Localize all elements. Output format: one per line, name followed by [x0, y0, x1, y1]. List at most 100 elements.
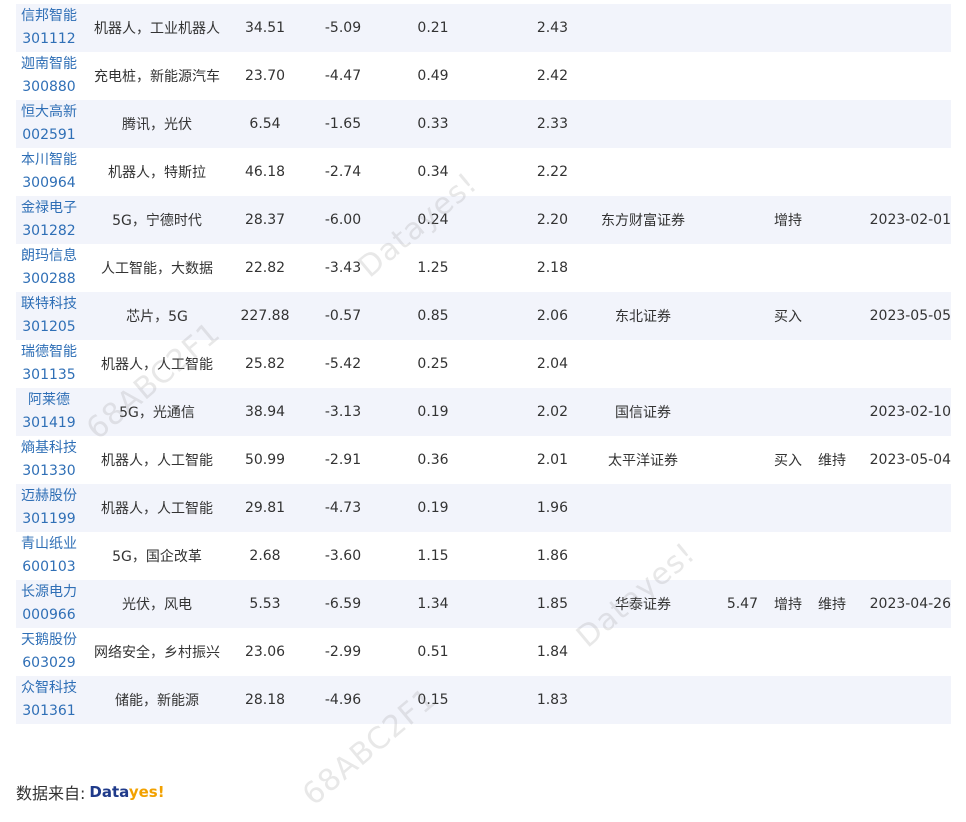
- ratio-cell: 2.22: [478, 148, 568, 196]
- turnover-cell: 1.34: [388, 580, 478, 628]
- rating-change-cell: [818, 244, 868, 292]
- date-cell: [868, 628, 951, 676]
- date-cell: [868, 4, 951, 52]
- stock-code-link[interactable]: 301330: [16, 460, 82, 483]
- stock-name-link[interactable]: 信邦智能: [16, 5, 82, 28]
- stock-name-cell: 长源电力 000966: [16, 580, 82, 628]
- change-pct-cell: -4.96: [298, 676, 388, 724]
- stock-name-link[interactable]: 金禄电子: [16, 197, 82, 220]
- rating-cell: [758, 4, 818, 52]
- target-price-cell: [718, 628, 758, 676]
- change-pct-cell: -4.47: [298, 52, 388, 100]
- price-cell: 23.70: [232, 52, 298, 100]
- stock-code-link[interactable]: 301361: [16, 700, 82, 723]
- rating-change-cell: [818, 340, 868, 388]
- price-cell: 38.94: [232, 388, 298, 436]
- stock-code-link[interactable]: 301135: [16, 364, 82, 387]
- rating-change-cell: [818, 676, 868, 724]
- rating-cell: [758, 676, 818, 724]
- stock-name-link[interactable]: 迈赫股份: [16, 485, 82, 508]
- rating-cell: 买入: [758, 436, 818, 484]
- stock-code-link[interactable]: 301282: [16, 220, 82, 243]
- turnover-cell: 0.19: [388, 388, 478, 436]
- ratio-cell: 1.86: [478, 532, 568, 580]
- stock-name-cell: 联特科技 301205: [16, 292, 82, 340]
- stock-name-link[interactable]: 众智科技: [16, 677, 82, 700]
- ratio-cell: 2.20: [478, 196, 568, 244]
- rating-change-cell: [818, 4, 868, 52]
- stock-code-link[interactable]: 002591: [16, 124, 82, 147]
- broker-cell: [568, 484, 718, 532]
- stock-name-link[interactable]: 瑞德智能: [16, 341, 82, 364]
- logo-part2: yes!: [128, 783, 165, 801]
- ratio-cell: 2.18: [478, 244, 568, 292]
- change-pct-cell: -4.73: [298, 484, 388, 532]
- stock-name-link[interactable]: 青山纸业: [16, 533, 82, 556]
- broker-cell: [568, 676, 718, 724]
- target-price-cell: [718, 100, 758, 148]
- price-cell: 25.82: [232, 340, 298, 388]
- date-cell: [868, 148, 951, 196]
- turnover-cell: 0.34: [388, 148, 478, 196]
- table-row: 金禄电子 301282 5G，宁德时代 28.37 -6.00 0.24 2.20 东方财富证…: [16, 196, 951, 244]
- stock-name-link[interactable]: 本川智能: [16, 149, 82, 172]
- stock-code-link[interactable]: 603029: [16, 652, 82, 675]
- stock-name-link[interactable]: 恒大高新: [16, 101, 82, 124]
- stock-code-link[interactable]: 301199: [16, 508, 82, 531]
- stock-code-link[interactable]: 301419: [16, 412, 82, 435]
- stock-name-link[interactable]: 阿莱德: [16, 389, 82, 412]
- price-cell: 28.37: [232, 196, 298, 244]
- stock-code-link[interactable]: 300964: [16, 172, 82, 195]
- target-price-cell: [718, 532, 758, 580]
- ratio-cell: 1.83: [478, 676, 568, 724]
- target-price-cell: [718, 484, 758, 532]
- target-price-cell: [718, 148, 758, 196]
- stock-code-link[interactable]: 600103: [16, 556, 82, 579]
- turnover-cell: 0.85: [388, 292, 478, 340]
- price-cell: 6.54: [232, 100, 298, 148]
- stock-code-link[interactable]: 300288: [16, 268, 82, 291]
- turnover-cell: 1.15: [388, 532, 478, 580]
- table-row: 天鹅股份 603029 网络安全，乡村振兴 23.06 -2.99 0.51 1.84: [16, 628, 951, 676]
- price-cell: 23.06: [232, 628, 298, 676]
- stock-name-link[interactable]: 熵基科技: [16, 437, 82, 460]
- change-pct-cell: -5.09: [298, 4, 388, 52]
- rating-cell: [758, 340, 818, 388]
- data-source-footer: 数据来自: Datayes!: [16, 780, 165, 804]
- rating-change-cell: [818, 292, 868, 340]
- rating-cell: [758, 628, 818, 676]
- table-row: 本川智能 300964 机器人，特斯拉 46.18 -2.74 0.34 2.22: [16, 148, 951, 196]
- table-row: 长源电力 000966 光伏，风电 5.53 -6.59 1.34 1.85 华泰证券 5.47…: [16, 580, 951, 628]
- stock-name-cell: 金禄电子 301282: [16, 196, 82, 244]
- target-price-cell: [718, 196, 758, 244]
- rating-change-cell: 维持: [818, 436, 868, 484]
- stock-code-link[interactable]: 301112: [16, 28, 82, 51]
- stock-name-link[interactable]: 联特科技: [16, 293, 82, 316]
- rating-change-cell: [818, 196, 868, 244]
- concept-cell: 芯片，5G: [82, 292, 232, 340]
- change-pct-cell: -3.60: [298, 532, 388, 580]
- rating-change-cell: [818, 100, 868, 148]
- concept-cell: 机器人，工业机器人: [82, 4, 232, 52]
- stock-name-link[interactable]: 长源电力: [16, 581, 82, 604]
- table-row: 联特科技 301205 芯片，5G 227.88 -0.57 0.85 2.06 东北证券 买入…: [16, 292, 951, 340]
- stock-name-cell: 恒大高新 002591: [16, 100, 82, 148]
- stock-name-link[interactable]: 迦南智能: [16, 53, 82, 76]
- table-row: 众智科技 301361 储能，新能源 28.18 -4.96 0.15 1.83: [16, 676, 951, 724]
- rating-cell: [758, 484, 818, 532]
- target-price-cell: [718, 4, 758, 52]
- target-price-cell: [718, 340, 758, 388]
- concept-cell: 5G，国企改革: [82, 532, 232, 580]
- datayes-logo[interactable]: Datayes!: [89, 783, 164, 801]
- stock-name-cell: 本川智能 300964: [16, 148, 82, 196]
- stock-name-link[interactable]: 朗玛信息: [16, 245, 82, 268]
- stock-code-link[interactable]: 300880: [16, 76, 82, 99]
- stock-code-link[interactable]: 301205: [16, 316, 82, 339]
- concept-cell: 腾讯，光伏: [82, 100, 232, 148]
- stock-code-link[interactable]: 000966: [16, 604, 82, 627]
- change-pct-cell: -6.00: [298, 196, 388, 244]
- rating-cell: [758, 388, 818, 436]
- stock-name-cell: 众智科技 301361: [16, 676, 82, 724]
- table-row: 迈赫股份 301199 机器人，人工智能 29.81 -4.73 0.19 1.96: [16, 484, 951, 532]
- stock-name-link[interactable]: 天鹅股份: [16, 629, 82, 652]
